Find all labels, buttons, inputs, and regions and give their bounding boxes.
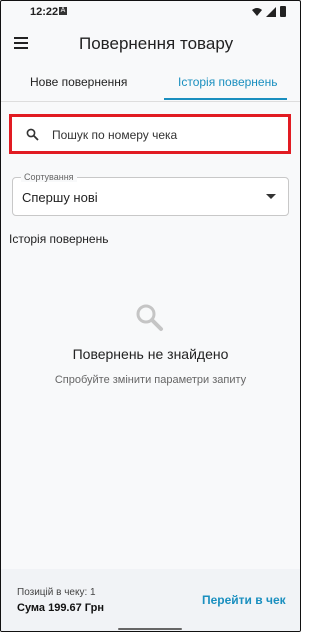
sort-select[interactable]: Сортування Спершу нові xyxy=(12,172,289,216)
empty-state-title: Повернень не знайдено xyxy=(72,346,229,362)
app-bar: Повернення товару xyxy=(1,23,300,61)
history-title: Історія повернень xyxy=(9,232,109,246)
wifi-icon xyxy=(252,7,262,16)
empty-state-subtitle: Спробуйте змінити параметри запиту xyxy=(54,374,247,386)
empty-search-icon xyxy=(136,304,163,331)
go-to-receipt-button[interactable]: Перейти в чек xyxy=(202,593,286,607)
search-placeholder: Пошук по номеру чека xyxy=(52,128,178,142)
status-time: 12:22 xyxy=(30,6,59,18)
status-badge: A xyxy=(59,7,67,15)
search-input[interactable]: Пошук по номеру чека xyxy=(9,114,291,154)
menu-icon[interactable] xyxy=(14,37,28,52)
tab-indicator xyxy=(164,98,287,100)
signal-icon xyxy=(266,6,276,17)
page-title: Повернення товару xyxy=(79,34,234,53)
screen-frame: 12:22 A Повернення товару Нове поверненн… xyxy=(0,0,301,632)
tab-new-return[interactable]: Нове повернення xyxy=(30,75,127,89)
bottom-bar: Позицій в чеку: 1 Сума 199.67 Грн Перейт… xyxy=(1,569,300,631)
search-icon xyxy=(26,128,39,141)
tab-return-history[interactable]: Історія повернень xyxy=(178,75,277,89)
sort-value: Спершу нові xyxy=(22,190,98,205)
caret-down-icon xyxy=(266,194,276,199)
tab-bar: Нове повернення Історія повернень xyxy=(1,61,300,102)
status-icons xyxy=(252,6,286,17)
gesture-handle[interactable] xyxy=(118,628,182,630)
receipt-positions: Позицій в чеку: 1 xyxy=(17,587,96,598)
battery-icon xyxy=(280,6,286,17)
receipt-sum: Сума 199.67 Грн xyxy=(17,602,104,614)
sort-label: Сортування xyxy=(21,172,77,182)
status-bar: 12:22 A xyxy=(1,1,300,23)
